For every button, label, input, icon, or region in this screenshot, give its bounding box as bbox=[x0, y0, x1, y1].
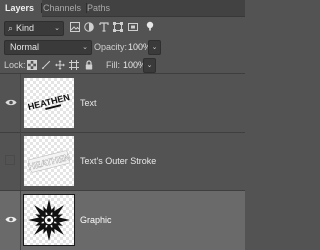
divider bbox=[20, 191, 21, 250]
filter-kind-select[interactable]: ⌕ Kind ⌄ bbox=[4, 21, 64, 36]
divider bbox=[20, 132, 21, 190]
layer-thumbnail bbox=[23, 194, 75, 246]
lock-position-icon[interactable] bbox=[55, 60, 65, 70]
layer-filter-row: ⌕ Kind ⌄ bbox=[0, 18, 245, 38]
divider bbox=[20, 74, 21, 132]
tab-paths-label: Paths bbox=[87, 3, 111, 13]
tab-channels[interactable]: Channels bbox=[38, 0, 87, 16]
chevron-down-icon: ⌄ bbox=[54, 25, 60, 32]
layer-name: Graphic bbox=[80, 215, 112, 225]
tab-layers[interactable]: Layers bbox=[0, 0, 42, 17]
filter-toggle-icon[interactable] bbox=[145, 21, 155, 31]
layer-name: Text bbox=[80, 98, 97, 108]
lock-all-icon[interactable] bbox=[84, 60, 94, 70]
image-filter-icon[interactable] bbox=[70, 22, 80, 32]
blend-row: Normal ⌄ Opacity: 100% ⌄ bbox=[0, 38, 245, 56]
lock-artboard-icon[interactable] bbox=[69, 60, 79, 70]
blend-mode-select[interactable]: Normal ⌄ bbox=[4, 40, 92, 55]
lock-transparent-icon[interactable] bbox=[27, 60, 37, 70]
visibility-eye-icon[interactable] bbox=[5, 215, 17, 224]
panel-tab-bar: Layers Channels Paths bbox=[0, 0, 245, 17]
chevron-down-icon: ⌄ bbox=[82, 44, 88, 51]
chevron-down-icon: ⌄ bbox=[146, 62, 153, 69]
fill-dropdown-button[interactable]: ⌄ bbox=[143, 58, 156, 73]
opacity-dropdown-button[interactable]: ⌄ bbox=[148, 40, 161, 55]
filter-kind-label: Kind bbox=[16, 23, 35, 33]
smart-object-filter-icon[interactable] bbox=[128, 22, 138, 32]
layer-row-outer-stroke[interactable]: HEATHEN Text's Outer Stroke bbox=[0, 132, 245, 191]
layer-row-graphic[interactable]: Graphic bbox=[0, 191, 245, 250]
shape-filter-icon[interactable] bbox=[113, 22, 123, 32]
layer-thumbnail: HEATHEN bbox=[24, 136, 74, 186]
layers-list: HEATHEN Text HEATHEN Text's Outer Stroke… bbox=[0, 74, 245, 250]
visibility-toggle-off[interactable] bbox=[5, 155, 15, 165]
type-filter-icon[interactable] bbox=[99, 22, 109, 32]
lock-label: Lock: bbox=[4, 60, 26, 70]
tab-paths[interactable]: Paths bbox=[82, 0, 117, 16]
visibility-eye-icon[interactable] bbox=[5, 98, 17, 107]
layer-thumbnail: HEATHEN bbox=[24, 78, 74, 128]
chevron-down-icon: ⌄ bbox=[151, 44, 158, 51]
layer-name: Text's Outer Stroke bbox=[80, 156, 157, 166]
blend-mode-value: Normal bbox=[10, 42, 40, 52]
opacity-label: Opacity: bbox=[94, 42, 128, 52]
fill-label: Fill: bbox=[106, 60, 120, 70]
lock-row: Lock: Fill: 100% ⌄ bbox=[0, 56, 245, 74]
adjustment-filter-icon[interactable] bbox=[84, 22, 94, 32]
search-icon: ⌕ bbox=[8, 23, 14, 33]
tab-layers-label: Layers bbox=[5, 3, 35, 13]
lock-image-icon[interactable] bbox=[41, 60, 51, 70]
layers-panel: Layers Channels Paths ⌕ Kind ⌄ Normal ⌄ … bbox=[0, 0, 245, 250]
tab-channels-label: Channels bbox=[43, 3, 82, 13]
layer-row-text[interactable]: HEATHEN Text bbox=[0, 74, 245, 133]
